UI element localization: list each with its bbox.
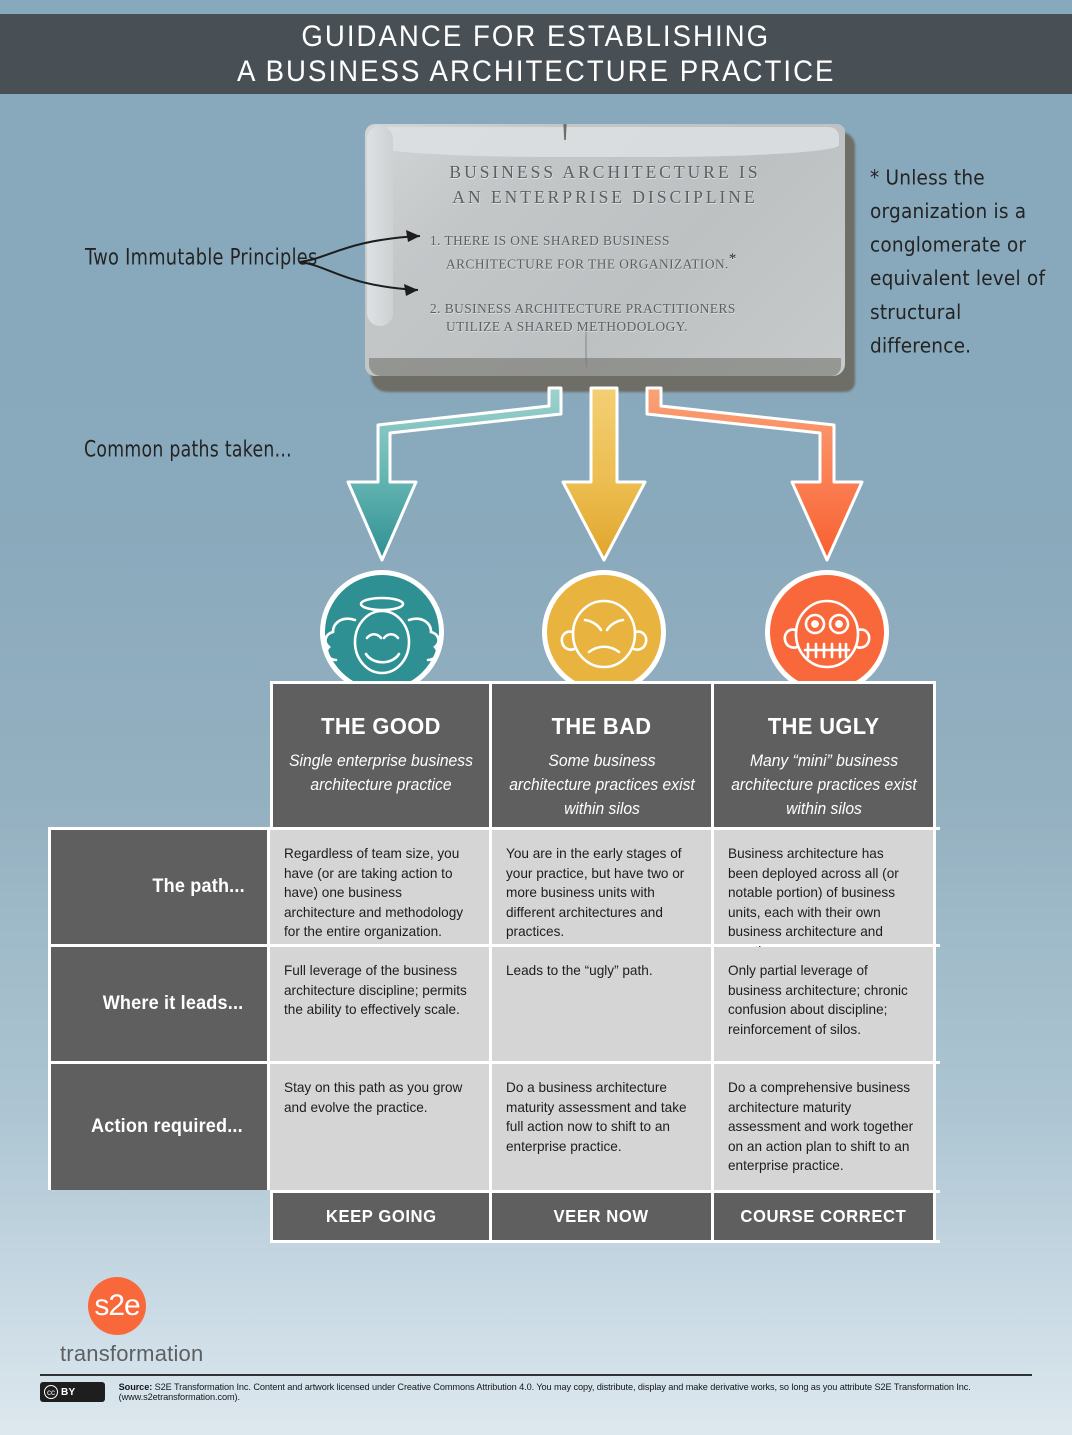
cell-leads-ugly: Only partial leverage of business archit… — [714, 947, 936, 1061]
table-header-bad: THE BAD Some business architecture pract… — [492, 681, 714, 827]
angel-face-icon — [324, 596, 440, 675]
tablet-shadow-bottom — [369, 358, 841, 376]
tablet-principles-list: 1. THERE IS ONE SHARED BUSINESS ARCHITEC… — [430, 232, 802, 336]
table-header-ugly: THE UGLY Many “mini” business architectu… — [714, 681, 936, 827]
tablet-principle-2-line-1: BUSINESS ARCHITECTURE PRACTITIONERS — [444, 301, 736, 317]
tablet-heading-line-1: BUSINESS ARCHITECTURE IS — [449, 162, 761, 182]
annotation-two-immutable-principles: Two Immutable Principles — [85, 245, 318, 271]
tablet-principle-2-number: 2. — [430, 301, 441, 317]
flow-arrow-ugly — [645, 386, 864, 562]
tablet-highlight-top — [369, 127, 839, 157]
footer-license-text: S2E Transformation Inc. Content and artw… — [118, 1382, 971, 1402]
stone-tablet: BUSINESS ARCHITECTURE IS AN ENTERPRISE D… — [365, 124, 855, 392]
column-title-good: THE GOOD — [321, 713, 441, 739]
cc-circle-icon: cc — [44, 1385, 58, 1399]
face-circle-good — [320, 570, 444, 694]
footer-source-text: Source: S2E Transformation Inc. Content … — [119, 1382, 1072, 1402]
angry-face-icon — [560, 599, 648, 669]
column-subtitle-bad: Some business architecture practices exi… — [508, 752, 695, 818]
flow-arrow-bad — [561, 386, 647, 562]
logo-wordmark: transformation — [60, 1341, 204, 1366]
footnote-asterisk-icon: * — [728, 251, 737, 267]
table-row: The path... Regardless of team size, you… — [48, 827, 940, 959]
verdict-bad: VEER NOW — [492, 1193, 714, 1240]
cell-action-good: Stay on this path as you grow and evolve… — [270, 1064, 492, 1190]
s2e-logo: s2e transformation — [60, 1277, 203, 1367]
tablet-principle-2-line-2: UTILIZE A SHARED METHODOLOGY. — [446, 319, 688, 335]
cell-action-ugly: Do a comprehensive business architecture… — [714, 1064, 936, 1190]
page-title-line-2: A BUSINESS ARCHITECTURE PRACTICE — [236, 55, 836, 88]
footer-divider — [40, 1374, 1032, 1376]
row-label-action: Action required... — [48, 1064, 270, 1190]
column-title-bad: THE BAD — [551, 713, 652, 739]
page-title-bar: GUIDANCE FOR ESTABLISHING A BUSINESS ARC… — [0, 14, 1072, 94]
table-header-row: THE GOOD Single enterprise business arch… — [270, 681, 940, 827]
column-title-ugly: THE UGLY — [767, 713, 880, 739]
creative-commons-badge-icon: cc BY — [40, 1382, 105, 1402]
tablet-principle-1-line-2: ARCHITECTURE FOR THE ORGANIZATION.* — [446, 251, 737, 272]
infographic-page: GUIDANCE FOR ESTABLISHING A BUSINESS ARC… — [0, 0, 1072, 1435]
annotation-common-paths-taken: Common paths taken... — [84, 437, 292, 463]
verdict-ugly: COURSE CORRECT — [714, 1193, 936, 1240]
face-circle-ugly — [765, 570, 889, 694]
stitched-mouth-face-icon — [783, 599, 871, 669]
cell-path-bad: You are in the early stages of your prac… — [492, 830, 714, 944]
column-subtitle-good: Single enterprise business architecture … — [289, 752, 473, 794]
tablet-principle-1: 1. THERE IS ONE SHARED BUSINESS ARCHITEC… — [430, 232, 802, 273]
face-circle-bad — [542, 570, 666, 694]
flow-arrow-good — [346, 386, 563, 562]
row-label-path: The path... — [48, 830, 270, 944]
cell-path-good: Regardless of team size, you have (or ar… — [270, 830, 492, 944]
verdict-good: KEEP GOING — [270, 1193, 492, 1240]
cell-action-bad: Do a business architecture maturity asse… — [492, 1064, 714, 1190]
table-row: Action required... Stay on this path as … — [48, 1061, 940, 1190]
tablet-heading-line-2: AN ENTERPRISE DISCIPLINE — [452, 187, 758, 207]
tablet-highlight-left — [367, 126, 393, 326]
tablet-principle-1-line-1: THERE IS ONE SHARED BUSINESS — [444, 233, 670, 248]
tablet-principle-1-number: 1. — [430, 233, 441, 248]
footer-bar: cc BY Source: S2E Transformation Inc. Co… — [40, 1382, 1072, 1402]
cell-path-ugly: Business architecture has been deployed … — [714, 830, 936, 959]
tablet-principle-2: 2. BUSINESS ARCHITECTURE PRACTITIONERS U… — [430, 300, 802, 336]
row-label-leads: Where it leads... — [48, 947, 270, 1061]
tablet-heading: BUSINESS ARCHITECTURE IS AN ENTERPRISE D… — [405, 160, 805, 210]
page-title-line-1: GUIDANCE FOR ESTABLISHING — [301, 20, 771, 53]
logo-mark-icon: s2e — [88, 1277, 146, 1335]
cc-by-label: BY — [61, 1386, 76, 1398]
footer-source-label: Source: — [118, 1382, 153, 1392]
column-subtitle-ugly: Many “mini” business architecture practi… — [730, 752, 917, 818]
table-header-good: THE GOOD Single enterprise business arch… — [270, 681, 492, 827]
table-verdict-row: KEEP GOING VEER NOW COURSE CORRECT — [270, 1190, 940, 1243]
annotation-footnote: * Unless the organization is a conglomer… — [870, 166, 1046, 358]
table-row: Where it leads... Full leverage of the b… — [48, 944, 940, 1061]
comparison-table: THE GOOD Single enterprise business arch… — [48, 681, 940, 1243]
cell-leads-bad: Leads to the “ugly” path. — [492, 947, 714, 1061]
cell-leads-good: Full leverage of the business architectu… — [270, 947, 492, 1061]
